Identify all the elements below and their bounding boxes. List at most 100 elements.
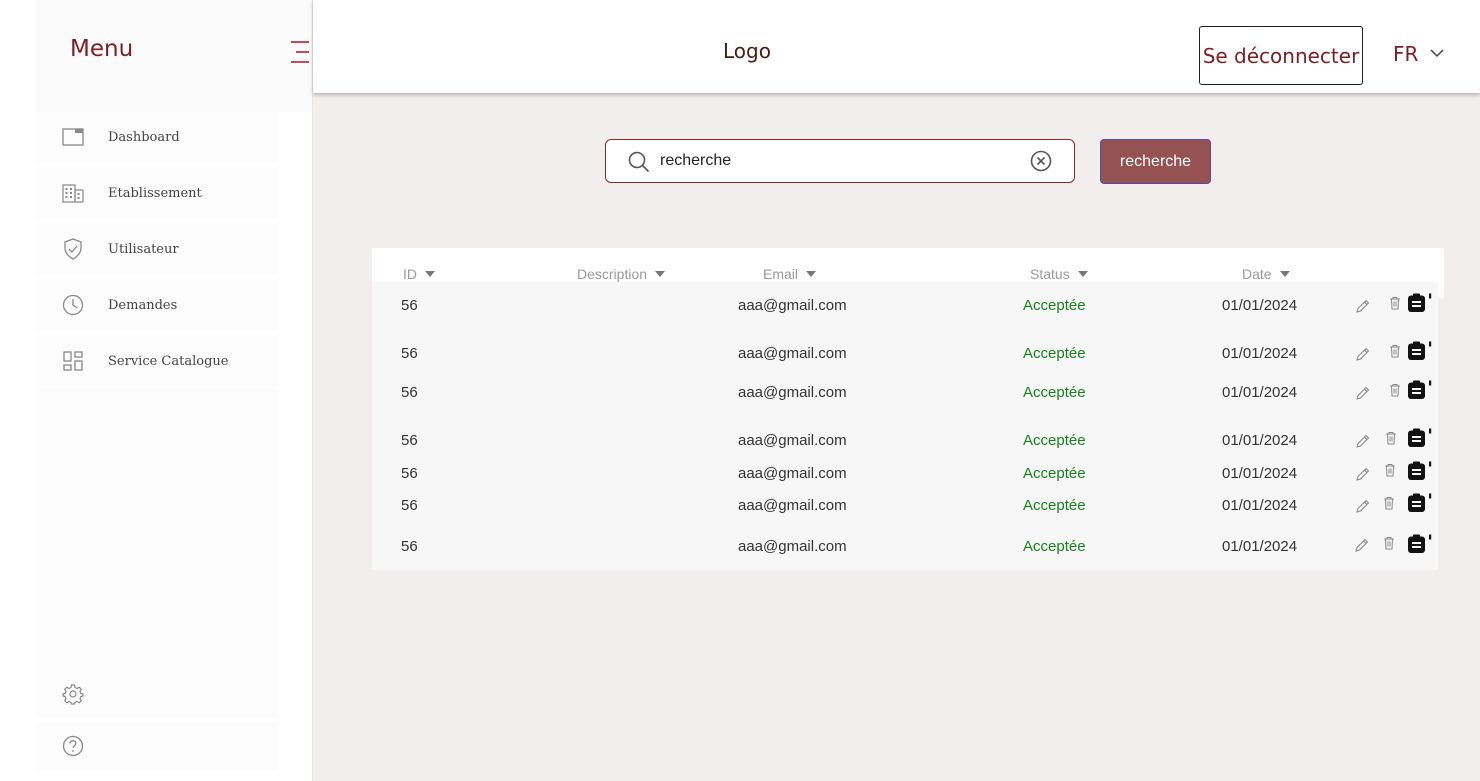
sidebar-item-dashboard[interactable]: Dashboard <box>37 112 278 162</box>
column-header-description[interactable]: Description <box>577 266 666 282</box>
delete-icon[interactable] <box>1389 344 1401 363</box>
cell-id: 56 <box>401 432 418 449</box>
cell-email: aaa@gmail.com <box>738 384 847 401</box>
sort-down-icon <box>655 271 666 277</box>
clipboard-icon[interactable] <box>1407 534 1433 559</box>
edit-icon[interactable] <box>1355 538 1369 557</box>
cell-date: 01/01/2024 <box>1222 497 1298 514</box>
column-label: ID <box>403 266 417 282</box>
sort-down-icon <box>1279 271 1290 277</box>
shield-icon <box>61 237 85 261</box>
column-label: Status <box>1030 266 1070 282</box>
cell-status: Acceptée <box>1023 432 1086 449</box>
clipboard-icon[interactable] <box>1407 341 1433 366</box>
logo: Logo <box>723 39 771 63</box>
sidebar-item-label: Etablissement <box>108 185 202 201</box>
cell-date: 01/01/2024 <box>1222 297 1298 314</box>
clipboard-icon[interactable] <box>1407 380 1433 405</box>
clipboard-icon[interactable] <box>1407 461 1433 486</box>
edit-icon[interactable] <box>1356 347 1370 366</box>
clipboard-icon[interactable] <box>1407 428 1433 453</box>
cell-email: aaa@gmail.com <box>738 345 847 362</box>
cell-id: 56 <box>401 497 418 514</box>
top-bar: Logo Se déconnecter FR <box>313 0 1480 93</box>
delete-icon[interactable] <box>1383 536 1395 555</box>
menu-toggle-icon[interactable] <box>287 40 309 64</box>
sidebar-item-label: Utilisateur <box>108 241 179 257</box>
window-icon <box>61 125 85 149</box>
table-row: 56 aaa@gmail.com Acceptée 01/01/2024 <box>372 461 1438 486</box>
sidebar-item-service-catalogue[interactable]: Service Catalogue <box>37 336 278 386</box>
column-header-email[interactable]: Email <box>763 266 817 282</box>
delete-icon[interactable] <box>1384 463 1396 482</box>
chevron-down-icon <box>1430 45 1444 63</box>
cell-email: aaa@gmail.com <box>738 538 847 555</box>
column-label: Date <box>1242 266 1272 282</box>
cell-status: Acceptée <box>1023 465 1086 482</box>
grid-icon <box>61 349 85 373</box>
clock-icon <box>61 293 85 317</box>
cell-status: Acceptée <box>1023 538 1086 555</box>
edit-icon[interactable] <box>1356 434 1370 453</box>
cell-id: 56 <box>401 538 418 555</box>
table-row: 56 aaa@gmail.com Acceptée 01/01/2024 <box>372 534 1438 559</box>
clear-icon[interactable] <box>1030 150 1052 177</box>
sidebar-item-label: Demandes <box>108 297 178 313</box>
sidebar-help[interactable] <box>37 722 278 770</box>
table-row: 56 aaa@gmail.com Acceptée 01/01/2024 <box>372 493 1438 518</box>
column-label: Description <box>577 266 648 282</box>
cell-email: aaa@gmail.com <box>738 297 847 314</box>
menu-title: Menu <box>70 36 134 62</box>
column-header-id[interactable]: ID <box>403 266 435 282</box>
cell-email: aaa@gmail.com <box>738 497 847 514</box>
cell-date: 01/01/2024 <box>1222 432 1298 449</box>
cell-id: 56 <box>401 384 418 401</box>
search-button[interactable]: recherche <box>1100 139 1211 184</box>
cell-date: 01/01/2024 <box>1222 465 1298 482</box>
table-row: 56 aaa@gmail.com Acceptée 01/01/2024 <box>372 341 1438 366</box>
search-box <box>605 139 1075 183</box>
sidebar-nav: Dashboard Etablissement Utilisateur Dema… <box>37 112 278 392</box>
column-header-date[interactable]: Date <box>1242 266 1290 282</box>
search-input[interactable] <box>660 148 1020 174</box>
clipboard-icon[interactable] <box>1407 493 1433 518</box>
table-row: 56 aaa@gmail.com Acceptée 01/01/2024 <box>372 380 1438 405</box>
sort-down-icon <box>425 271 435 277</box>
cell-id: 56 <box>401 465 418 482</box>
edit-icon[interactable] <box>1356 499 1370 518</box>
cell-status: Acceptée <box>1023 497 1086 514</box>
delete-icon[interactable] <box>1383 496 1395 515</box>
clipboard-icon[interactable] <box>1407 293 1433 318</box>
edit-icon[interactable] <box>1356 299 1370 318</box>
edit-icon[interactable] <box>1356 386 1370 405</box>
cell-date: 01/01/2024 <box>1222 345 1298 362</box>
sidebar-item-demandes[interactable]: Demandes <box>37 280 278 330</box>
language-selector[interactable]: FR <box>1393 42 1444 66</box>
sidebar-spacer <box>37 388 278 670</box>
delete-icon[interactable] <box>1389 383 1401 402</box>
edit-icon[interactable] <box>1356 467 1370 486</box>
cell-status: Acceptée <box>1023 384 1086 401</box>
cell-email: aaa@gmail.com <box>738 465 847 482</box>
sidebar-settings[interactable] <box>37 670 278 718</box>
cell-date: 01/01/2024 <box>1222 384 1298 401</box>
help-icon[interactable] <box>61 734 85 758</box>
sidebar-item-etablissement[interactable]: Etablissement <box>37 168 278 218</box>
language-label: FR <box>1393 42 1419 66</box>
column-header-status[interactable]: Status <box>1030 266 1088 282</box>
column-label: Email <box>763 266 799 282</box>
logout-button[interactable]: Se déconnecter <box>1199 26 1363 85</box>
sort-down-icon <box>806 271 817 277</box>
building-icon <box>61 181 85 205</box>
sort-down-icon <box>1077 271 1088 277</box>
cell-date: 01/01/2024 <box>1222 538 1298 555</box>
delete-icon[interactable] <box>1389 296 1401 315</box>
cell-id: 56 <box>401 345 418 362</box>
cell-email: aaa@gmail.com <box>738 432 847 449</box>
table-row: 56 aaa@gmail.com Acceptée 01/01/2024 <box>372 293 1438 318</box>
table-row: 56 aaa@gmail.com Acceptée 01/01/2024 <box>372 428 1438 453</box>
delete-icon[interactable] <box>1385 431 1397 450</box>
main-content: recherche ID Description Email Status Da… <box>313 93 1480 781</box>
sidebar-item-utilisateur[interactable]: Utilisateur <box>37 224 278 274</box>
gear-icon[interactable] <box>61 682 85 706</box>
